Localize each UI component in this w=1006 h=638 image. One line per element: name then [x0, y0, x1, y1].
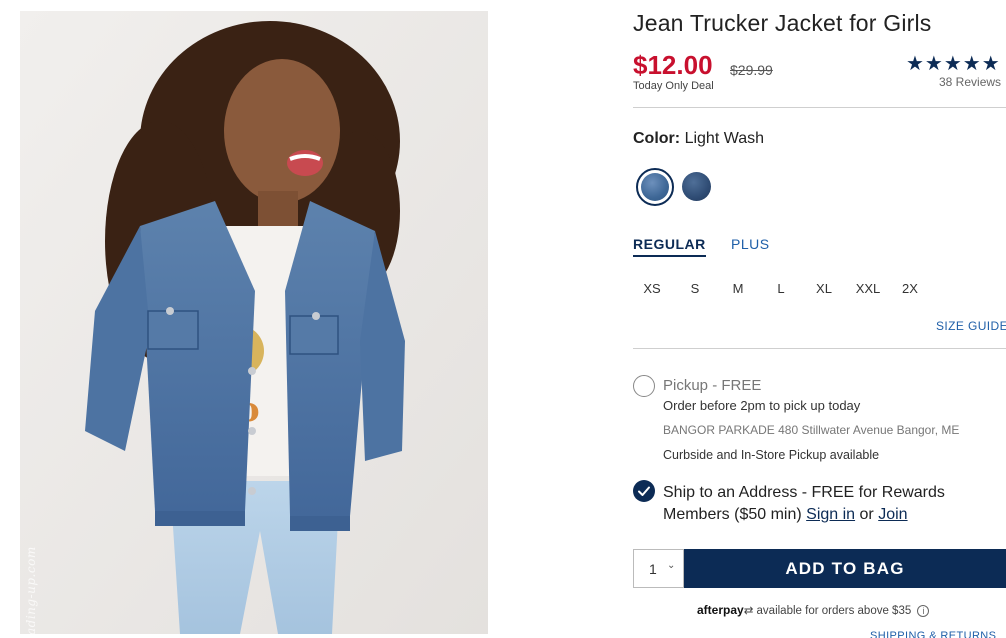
pickup-title[interactable]: Pickup - FREE	[663, 377, 761, 394]
rating-stars-icon[interactable]: ★★★★★	[906, 51, 1001, 76]
original-price: $29.99	[730, 62, 773, 78]
chevron-down-icon: ⌄	[667, 560, 676, 571]
divider	[633, 107, 1006, 108]
tab-plus[interactable]: PLUS	[731, 236, 770, 252]
size-xs[interactable]: XS	[632, 281, 672, 296]
info-icon[interactable]: i	[917, 604, 930, 617]
color-label: Color: Light Wash	[633, 130, 764, 148]
size-l[interactable]: L	[761, 281, 801, 296]
join-link[interactable]: Join	[878, 506, 907, 523]
deal-label: Today Only Deal	[633, 80, 714, 92]
size-s[interactable]: S	[675, 281, 715, 296]
ship-or-text: or	[859, 506, 874, 523]
ship-checkbox-checked-icon[interactable]	[633, 480, 655, 502]
sale-price: $12.00	[633, 50, 713, 80]
pickup-radio[interactable]	[633, 375, 655, 397]
quantity-select[interactable]: 1 ⌄	[633, 549, 684, 588]
afterpay-logo: afterpay	[697, 603, 744, 617]
tab-regular[interactable]: REGULAR	[633, 236, 706, 257]
sign-in-link[interactable]: Sign in	[806, 506, 855, 523]
size-xxl[interactable]: XXL	[848, 281, 888, 296]
product-image[interactable]: e th Go Fading-up.com	[20, 11, 488, 634]
reviews-link[interactable]: 38 Reviews	[939, 75, 1001, 89]
size-guide-link[interactable]: SIZE GUIDE	[936, 319, 1006, 333]
size-xl[interactable]: XL	[804, 281, 844, 296]
shipping-returns-link[interactable]: SHIPPING & RETURNS	[870, 630, 996, 638]
color-label-key: Color:	[633, 130, 681, 147]
swatch-light-wash[interactable]	[636, 168, 674, 206]
quantity-value: 1	[649, 561, 657, 577]
swatch-dark-wash[interactable]	[682, 172, 711, 201]
watermark-text: Fading-up.com	[24, 546, 38, 634]
pickup-note: Order before 2pm to pick up today	[663, 398, 861, 413]
swatch-light-wash-fill	[641, 173, 669, 201]
color-value: Light Wash	[684, 130, 765, 147]
divider	[633, 348, 1006, 349]
size-m[interactable]: M	[718, 281, 758, 296]
curbside-note: Curbside and In-Store Pickup available	[663, 448, 880, 462]
product-photo-illustration: e th Go	[20, 11, 488, 634]
afterpay-note: afterpay⇄ available for orders above $35…	[697, 603, 930, 617]
afterpay-arrows-icon: ⇄	[743, 605, 754, 617]
add-to-bag-button[interactable]: ADD TO BAG	[684, 549, 1006, 588]
size-2x[interactable]: 2X	[890, 281, 930, 296]
store-location-link[interactable]: BANGOR PARKADE 480 Stillwater Avenue Ban…	[663, 423, 959, 437]
afterpay-text: available for orders above $35	[756, 605, 912, 617]
product-title: Jean Trucker Jacket for Girls	[633, 10, 932, 36]
ship-option: Ship to an Address - FREE for Rewards Me…	[663, 482, 1006, 526]
